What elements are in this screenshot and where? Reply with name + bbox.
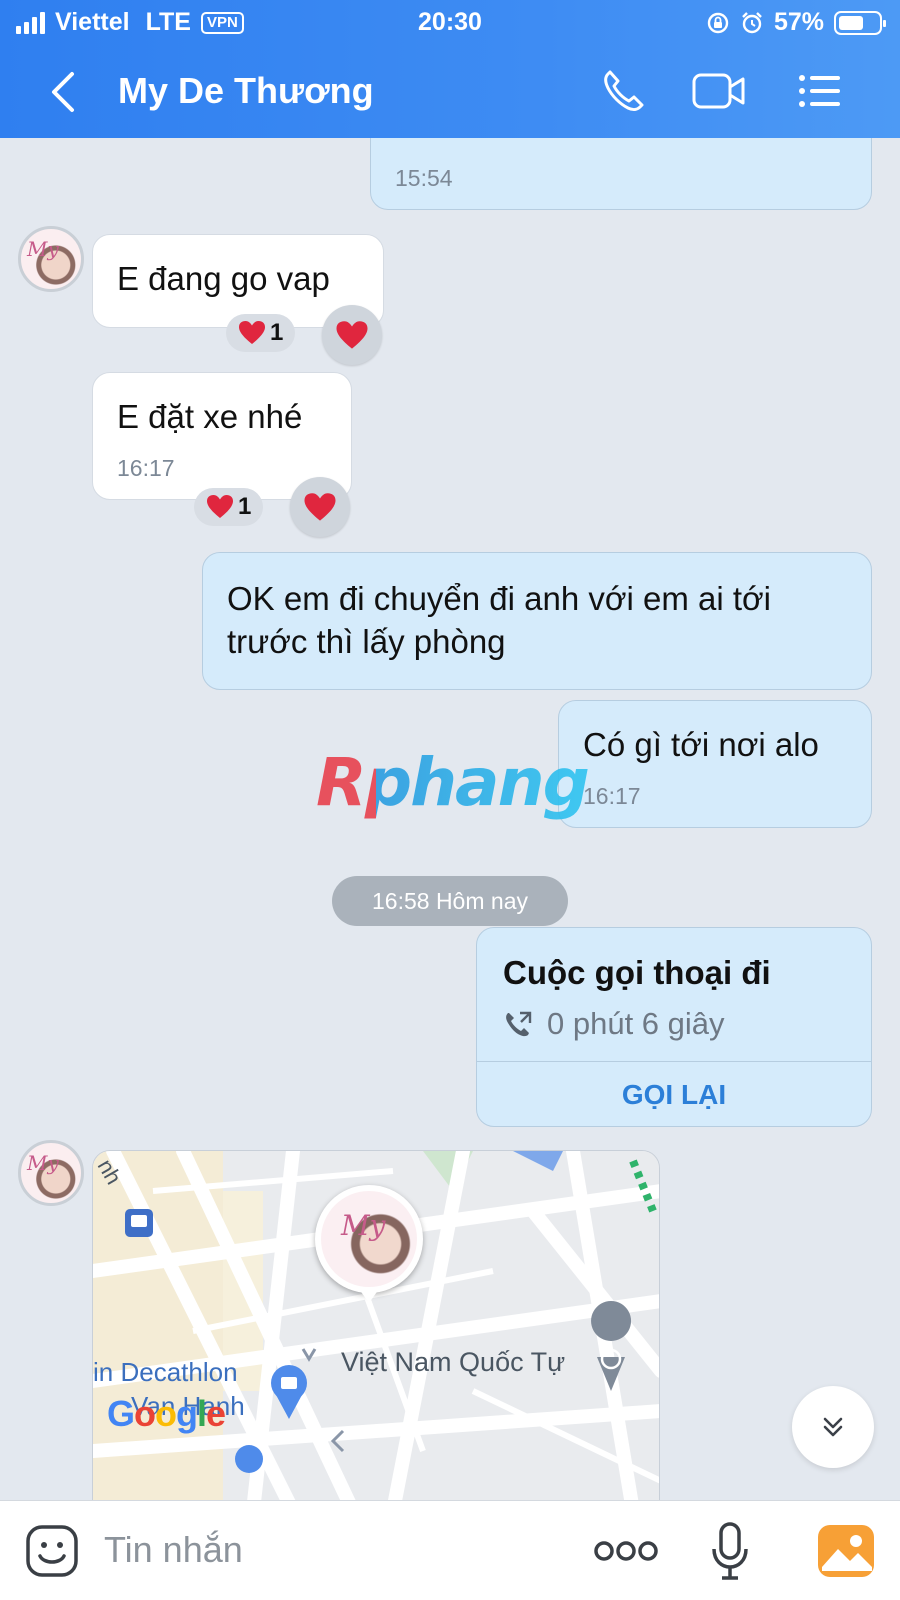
google-logo: Google: [107, 1393, 226, 1434]
battery-percent: 57%: [773, 8, 824, 36]
watermark-logo: Rphang: [316, 744, 590, 821]
date-divider: 16:58 Hôm nay: [332, 876, 568, 926]
reaction-count: 1: [238, 493, 252, 520]
map-place-label: Việt Nam Quốc Tự: [341, 1347, 566, 1377]
location-pin-avatar: My: [315, 1185, 423, 1303]
heart-icon: [239, 321, 265, 344]
react-button[interactable]: [322, 305, 382, 365]
gallery-icon[interactable]: [816, 1521, 876, 1581]
message-time: 16:17: [583, 783, 641, 809]
rotation-lock-icon: [707, 12, 729, 33]
avatar-signature: My: [27, 237, 59, 261]
call-title: Cuộc gọi thoại đi: [503, 954, 771, 991]
call-log-card[interactable]: Cuộc gọi thoại đi 0 phút 6 giây GỌI LẠI: [476, 927, 872, 1127]
map-place-label: in Decathlon: [93, 1357, 238, 1387]
nav-bar: My De Thương: [0, 46, 900, 138]
scroll-to-bottom-button[interactable]: [792, 1386, 874, 1468]
message-text: OK em đi chuyển đi anh với em ai tới trư…: [227, 577, 771, 663]
contact-avatar[interactable]: My: [18, 1140, 84, 1206]
status-right: 57%: [706, 8, 886, 37]
heart-icon: [336, 320, 368, 349]
reaction-summary[interactable]: 1: [226, 314, 296, 352]
message-text: E đặt xe nhé: [117, 398, 303, 435]
sticker-icon[interactable]: [24, 1523, 80, 1579]
message-input[interactable]: Tin nhắn: [104, 1529, 243, 1571]
chat-header: Viettel LTE VPN 20:30 57% My De Thương: [0, 0, 900, 138]
heart-icon: [304, 492, 336, 521]
message-text: E đang go vap: [117, 260, 330, 297]
message-bubble-outgoing[interactable]: 15:54: [370, 138, 872, 210]
react-button[interactable]: [290, 477, 350, 537]
message-time: 16:17: [117, 455, 175, 481]
menu-list-icon[interactable]: [794, 66, 848, 116]
call-duration: 0 phút 6 giây: [547, 1006, 725, 1041]
call-duration-row: 0 phút 6 giây: [503, 1006, 725, 1042]
message-time: 15:54: [395, 165, 453, 191]
conversation-title[interactable]: My De Thương: [118, 70, 374, 112]
alarm-icon: [742, 11, 762, 33]
video-call-icon[interactable]: [692, 66, 746, 116]
message-line: OK em đi chuyển đi anh với em ai tới: [227, 580, 772, 617]
battery-icon: [834, 10, 886, 35]
microphone-icon[interactable]: [710, 1521, 750, 1581]
contact-avatar[interactable]: My: [18, 226, 84, 292]
heart-icon: [207, 495, 233, 518]
message-line: trước thì lấy phòng: [227, 623, 506, 660]
back-icon[interactable]: [44, 70, 84, 114]
avatar-signature: My: [341, 1209, 386, 1242]
message-bubble-outgoing[interactable]: OK em đi chuyển đi anh với em ai tới trư…: [202, 552, 872, 690]
message-bubble-outgoing[interactable]: Có gì tới nơi alo 16:17: [558, 700, 872, 828]
status-bar: Viettel LTE VPN 20:30 57%: [0, 0, 900, 46]
message-list[interactable]: 15:54 My E đang go vap 1 E đặt xe nhé 16…: [0, 138, 900, 1500]
outgoing-call-icon: [506, 1011, 532, 1037]
location-map-message[interactable]: My Việt Nam Quốc Tự in Decathlon Van Han…: [92, 1150, 660, 1500]
double-chevron-down-icon: [823, 1417, 843, 1437]
reaction-count: 1: [270, 319, 284, 346]
avatar-signature: My: [27, 1151, 59, 1175]
more-options-icon[interactable]: [594, 1539, 658, 1563]
message-text: Có gì tới nơi alo: [583, 726, 819, 763]
call-back-button[interactable]: GỌI LẠI: [477, 1061, 871, 1126]
reaction-summary[interactable]: 1: [194, 488, 264, 526]
phone-icon[interactable]: [598, 66, 652, 116]
message-input-bar: Tin nhắn: [0, 1500, 900, 1600]
